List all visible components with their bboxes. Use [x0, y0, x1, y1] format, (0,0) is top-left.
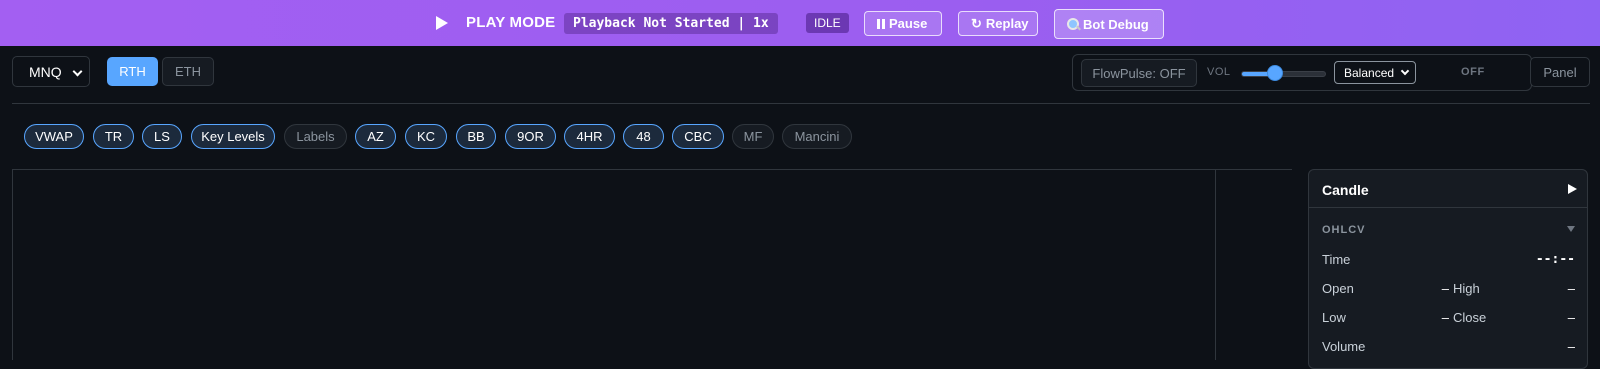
mode-select[interactable]: Balanced [1334, 61, 1416, 84]
volume-label: Volume [1322, 339, 1366, 354]
vol-slider[interactable] [1241, 71, 1326, 77]
high-label: High [1453, 281, 1480, 296]
candle-panel-title: Candle [1322, 182, 1369, 198]
indicator-48[interactable]: 48 [623, 124, 664, 149]
low-value: – [1441, 310, 1449, 325]
pause-icon [877, 18, 885, 29]
indicator-cbc[interactable]: CBC [672, 124, 724, 149]
flowpulse-status: OFF [1461, 66, 1485, 78]
replay-icon: ↻ [971, 15, 982, 31]
indicator-tr[interactable]: TR [93, 124, 134, 149]
candle-panel: Candle OHLCV Time --:-- Open – High – Lo… [1308, 169, 1588, 369]
close-value: – [1567, 310, 1575, 325]
time-label: Time [1322, 252, 1351, 267]
indicator-kc[interactable]: KC [405, 124, 447, 149]
playback-status: Playback Not Started | 1x [564, 13, 778, 34]
symbol-select[interactable]: MNQ [12, 56, 90, 87]
bot-debug-label: Bot Debug [1083, 16, 1149, 32]
flowpulse-toggle[interactable]: FlowPulse: OFF [1081, 59, 1197, 87]
indicator-labels[interactable]: Labels [284, 124, 347, 149]
section-collapse-icon[interactable] [1567, 226, 1575, 232]
indicator-ls[interactable]: LS [142, 124, 182, 149]
indicator-az[interactable]: AZ [355, 124, 396, 149]
symbol-value: MNQ [29, 63, 62, 80]
pause-button[interactable]: Pause [864, 11, 942, 36]
session-rth-button[interactable]: RTH [107, 57, 158, 86]
high-value: – [1567, 281, 1575, 296]
magnifier-icon [1067, 18, 1079, 30]
pause-label: Pause [889, 16, 928, 31]
indicator-4hr[interactable]: 4HR [564, 124, 615, 149]
panel-toggle-button[interactable]: Panel [1530, 57, 1590, 87]
indicator-mancini[interactable]: Mancini [782, 124, 852, 149]
flowpulse-controls: FlowPulse: OFF VOL Balanced OFF [1072, 54, 1532, 91]
bot-debug-button[interactable]: Bot Debug [1054, 9, 1164, 39]
close-label: Close [1453, 310, 1487, 325]
toolbar-divider [12, 103, 1590, 104]
open-value: – [1441, 281, 1449, 296]
indicator-key-levels[interactable]: Key Levels [191, 124, 275, 149]
session-eth-button[interactable]: ETH [162, 57, 214, 86]
chart-border-left [12, 169, 13, 360]
indicator-mf[interactable]: MF [732, 124, 774, 149]
indicator-vwap[interactable]: VWAP [24, 124, 84, 149]
vol-label: VOL [1207, 66, 1231, 78]
mode-label: PLAY MODE [466, 14, 556, 31]
mode-select-value: Balanced [1344, 65, 1395, 80]
chart-border-top [12, 169, 1292, 170]
replay-button[interactable]: ↻ Replay [958, 11, 1038, 36]
time-value: --:-- [1535, 252, 1575, 267]
chevron-down-icon [1400, 66, 1410, 76]
play-arrow-icon[interactable] [1568, 184, 1577, 194]
play-icon [436, 16, 448, 30]
replay-label: Replay [985, 16, 1029, 31]
price-axis-divider [1215, 169, 1216, 360]
indicator-9or[interactable]: 9OR [505, 124, 556, 149]
low-label: Low [1322, 310, 1346, 325]
chevron-down-icon [72, 66, 83, 77]
candle-panel-header[interactable]: Candle [1309, 170, 1587, 208]
indicator-bb[interactable]: BB [456, 124, 496, 149]
playback-banner: PLAY MODE Playback Not Started | 1x IDLE… [0, 0, 1600, 46]
state-badge: IDLE [806, 13, 849, 33]
open-label: Open [1322, 281, 1354, 296]
vol-slider-thumb[interactable] [1267, 65, 1283, 81]
volume-value: – [1567, 339, 1575, 354]
ohlcv-section-label: OHLCV [1322, 224, 1366, 236]
